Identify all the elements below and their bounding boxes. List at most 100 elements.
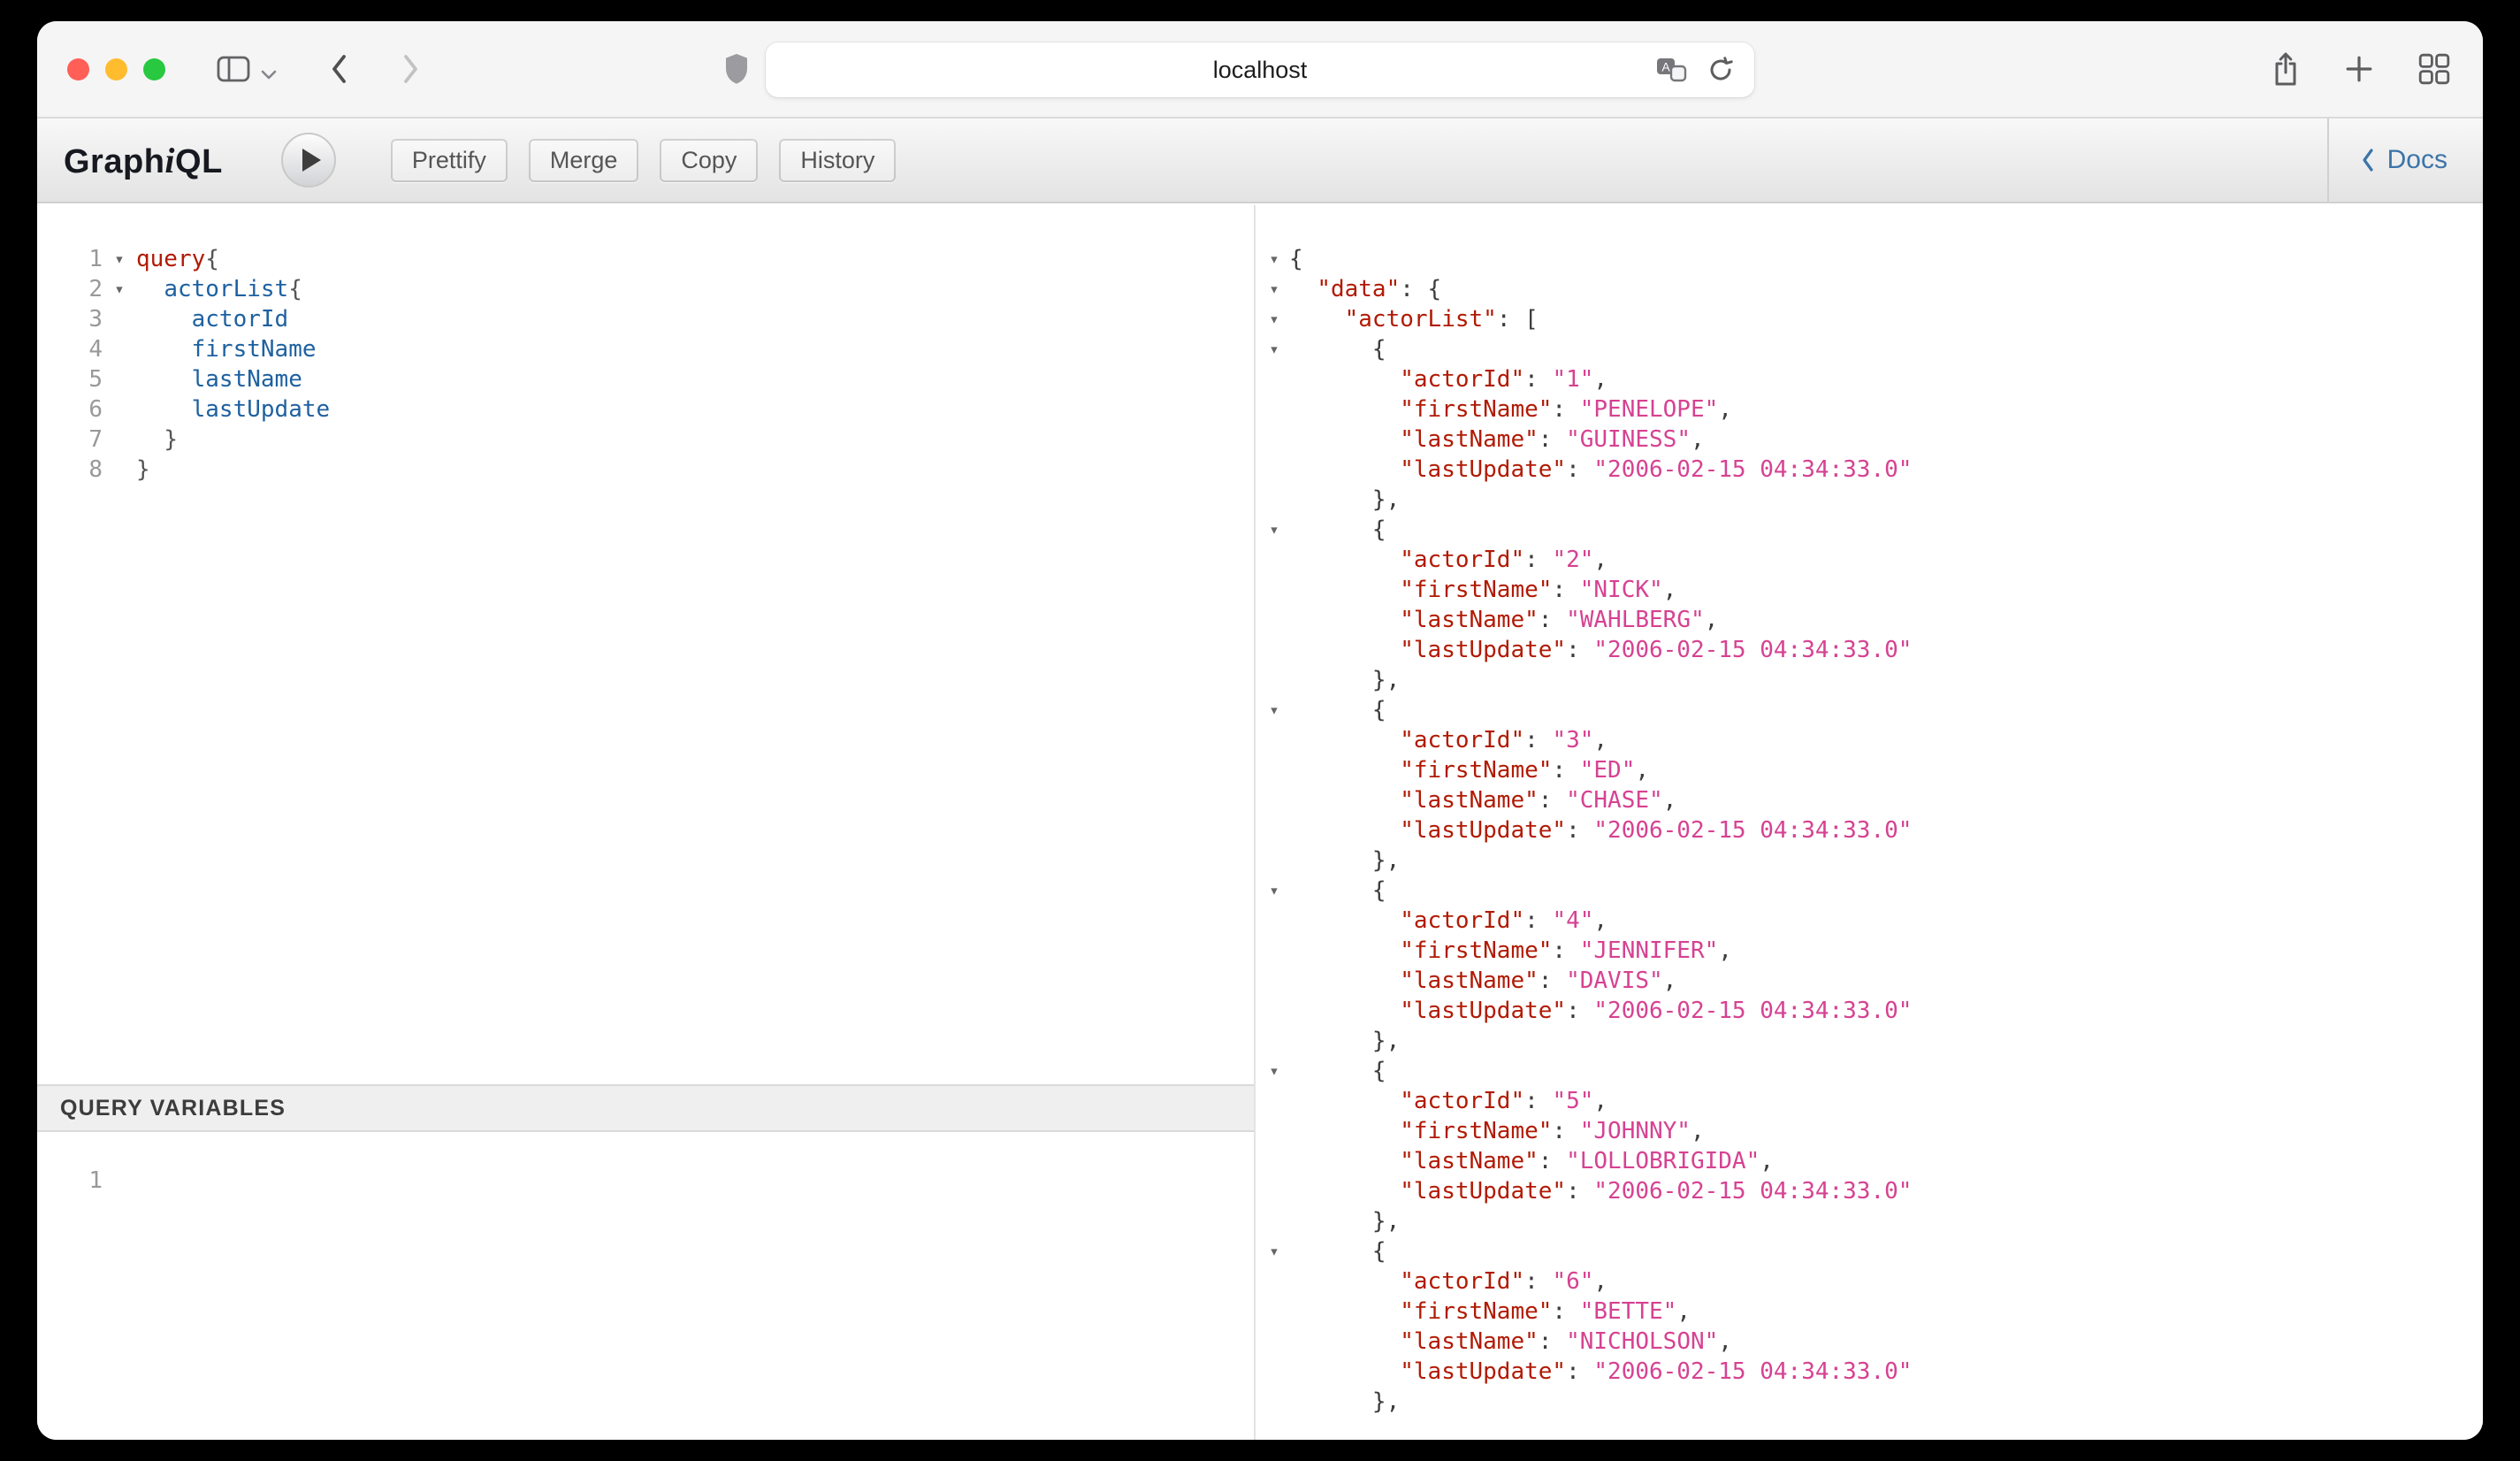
window-controls [67, 58, 165, 80]
history-button[interactable]: History [779, 139, 896, 182]
result-line-29: "actorId": "5", [1259, 1086, 2483, 1116]
result-text: "actorList": [ [1289, 304, 1539, 334]
result-line-35: "actorId": "6", [1259, 1266, 2483, 1297]
fold-arrow-icon[interactable]: ▾ [1259, 334, 1289, 364]
play-icon [302, 149, 321, 172]
new-tab-icon[interactable] [2343, 53, 2375, 85]
result-line-15: }, [1259, 665, 2483, 695]
result-text: }, [1289, 1026, 1400, 1056]
fold-arrow-icon[interactable]: ▾ [1259, 876, 1289, 906]
result-text: "firstName": "PENELOPE", [1289, 394, 1732, 425]
result-text: "lastUpdate": "2006-02-15 04:34:33.0" [1289, 1176, 1912, 1206]
fold-arrow-icon[interactable]: ▾ [1259, 304, 1289, 334]
line-number: 8 [46, 455, 103, 485]
docs-toggle[interactable]: Docs [2327, 119, 2483, 202]
prettify-button[interactable]: Prettify [391, 139, 508, 182]
graphiql-actions: Prettify Merge Copy History [391, 139, 897, 182]
query-line-6: 6 lastUpdate [37, 394, 1254, 425]
result-text: { [1289, 695, 1386, 725]
fold-arrow-icon[interactable]: ▾ [1259, 1236, 1289, 1266]
fold-arrow-icon[interactable]: ▾ [1259, 515, 1289, 545]
query-line-3: 3 actorId [37, 304, 1254, 334]
back-button[interactable] [328, 52, 349, 86]
result-text: "lastUpdate": "2006-02-15 04:34:33.0" [1289, 455, 1912, 485]
result-line-34: ▾ { [1259, 1236, 2483, 1266]
result-text: "lastUpdate": "2006-02-15 04:34:33.0" [1289, 815, 1912, 845]
reload-button[interactable] [1707, 56, 1735, 84]
result-text: { [1289, 515, 1386, 545]
result-line-8: "lastUpdate": "2006-02-15 04:34:33.0" [1259, 455, 2483, 485]
result-pane[interactable]: ▾{▾ "data": {▾ "actorList": [▾ { "actorI… [1254, 205, 2483, 1440]
result-line-22: ▾ { [1259, 876, 2483, 906]
result-line-26: "lastUpdate": "2006-02-15 04:34:33.0" [1259, 996, 2483, 1026]
result-line-11: "actorId": "2", [1259, 545, 2483, 575]
result-line-4: ▾ { [1259, 334, 2483, 364]
graphiql-logo: GraphiQL [64, 140, 223, 181]
fold-arrow-icon[interactable]: ▾ [103, 274, 136, 304]
query-line-5: 5 lastName [37, 364, 1254, 394]
result-line-36: "firstName": "BETTE", [1259, 1297, 2483, 1327]
result-text: "firstName": "JOHNNY", [1289, 1116, 1705, 1146]
query-variables-header[interactable]: QUERY VARIABLES [37, 1084, 1254, 1132]
result-text: }, [1289, 485, 1400, 515]
result-line-18: "firstName": "ED", [1259, 755, 2483, 785]
result-text: "lastUpdate": "2006-02-15 04:34:33.0" [1289, 1357, 1912, 1387]
fold-arrow-icon[interactable]: ▾ [103, 244, 136, 274]
url-text: localhost [766, 42, 1754, 97]
result-line-3: ▾ "actorList": [ [1259, 304, 2483, 334]
result-line-7: "lastName": "GUINESS", [1259, 425, 2483, 455]
result-text: { [1289, 1056, 1386, 1086]
result-line-20: "lastUpdate": "2006-02-15 04:34:33.0" [1259, 815, 2483, 845]
zoom-window-button[interactable] [143, 58, 165, 80]
graphiql-toolbar: GraphiQL Prettify Merge Copy History Doc… [37, 119, 2483, 203]
graphiql-main: 1▾query{2▾ actorList{3 actorId4 firstNam… [37, 205, 2483, 1440]
result-text: "firstName": "JENNIFER", [1289, 936, 1732, 966]
variables-line-1: 1 [37, 1166, 1254, 1196]
result-line-19: "lastName": "CHASE", [1259, 785, 2483, 815]
variables-editor[interactable]: 1 [37, 1132, 1254, 1440]
result-line-16: ▾ { [1259, 695, 2483, 725]
result-line-37: "lastName": "NICHOLSON", [1259, 1327, 2483, 1357]
query-line-4: 4 firstName [37, 334, 1254, 364]
share-icon[interactable] [2271, 50, 2301, 88]
merge-button[interactable]: Merge [529, 139, 639, 182]
browser-window: localhost A [37, 21, 2483, 1440]
line-number: 1 [46, 1166, 103, 1196]
line-number: 3 [46, 304, 103, 334]
chevron-down-icon[interactable] [261, 70, 277, 80]
tab-overview-icon[interactable] [2417, 52, 2451, 86]
fold-arrow-icon[interactable]: ▾ [1259, 244, 1289, 274]
execute-query-button[interactable] [281, 133, 336, 187]
fold-arrow-icon[interactable]: ▾ [1259, 695, 1289, 725]
result-text: }, [1289, 845, 1400, 876]
line-number: 2 [46, 274, 103, 304]
query-editor[interactable]: 1▾query{2▾ actorList{3 actorId4 firstNam… [37, 205, 1254, 1084]
address-bar[interactable]: localhost A [766, 42, 1754, 97]
translate-icon[interactable]: A [1655, 57, 1687, 83]
result-line-30: "firstName": "JOHNNY", [1259, 1116, 2483, 1146]
fold-arrow-icon[interactable]: ▾ [1259, 274, 1289, 304]
minimize-window-button[interactable] [105, 58, 127, 80]
copy-button[interactable]: Copy [660, 139, 758, 182]
line-number: 1 [46, 244, 103, 274]
query-line-7: 7 } [37, 425, 1254, 455]
forward-button[interactable] [401, 52, 422, 86]
query-variables-title: QUERY VARIABLES [60, 1096, 286, 1121]
code-text: actorList{ [136, 274, 302, 304]
result-line-27: }, [1259, 1026, 2483, 1056]
privacy-shield-icon[interactable] [723, 52, 750, 86]
close-window-button[interactable] [67, 58, 89, 80]
navigation-controls [217, 52, 422, 86]
result-line-33: }, [1259, 1206, 2483, 1236]
result-text: "lastUpdate": "2006-02-15 04:34:33.0" [1289, 635, 1912, 665]
result-text: "lastName": "WAHLBERG", [1289, 605, 1718, 635]
result-text: "actorId": "5", [1289, 1086, 1607, 1116]
toolbar-right-controls [2271, 50, 2451, 88]
result-line-21: }, [1259, 845, 2483, 876]
result-line-24: "firstName": "JENNIFER", [1259, 936, 2483, 966]
result-text: { [1289, 334, 1386, 364]
result-line-25: "lastName": "DAVIS", [1259, 966, 2483, 996]
result-text: "actorId": "6", [1289, 1266, 1607, 1297]
fold-arrow-icon[interactable]: ▾ [1259, 1056, 1289, 1086]
sidebar-toggle-icon[interactable] [217, 56, 250, 82]
